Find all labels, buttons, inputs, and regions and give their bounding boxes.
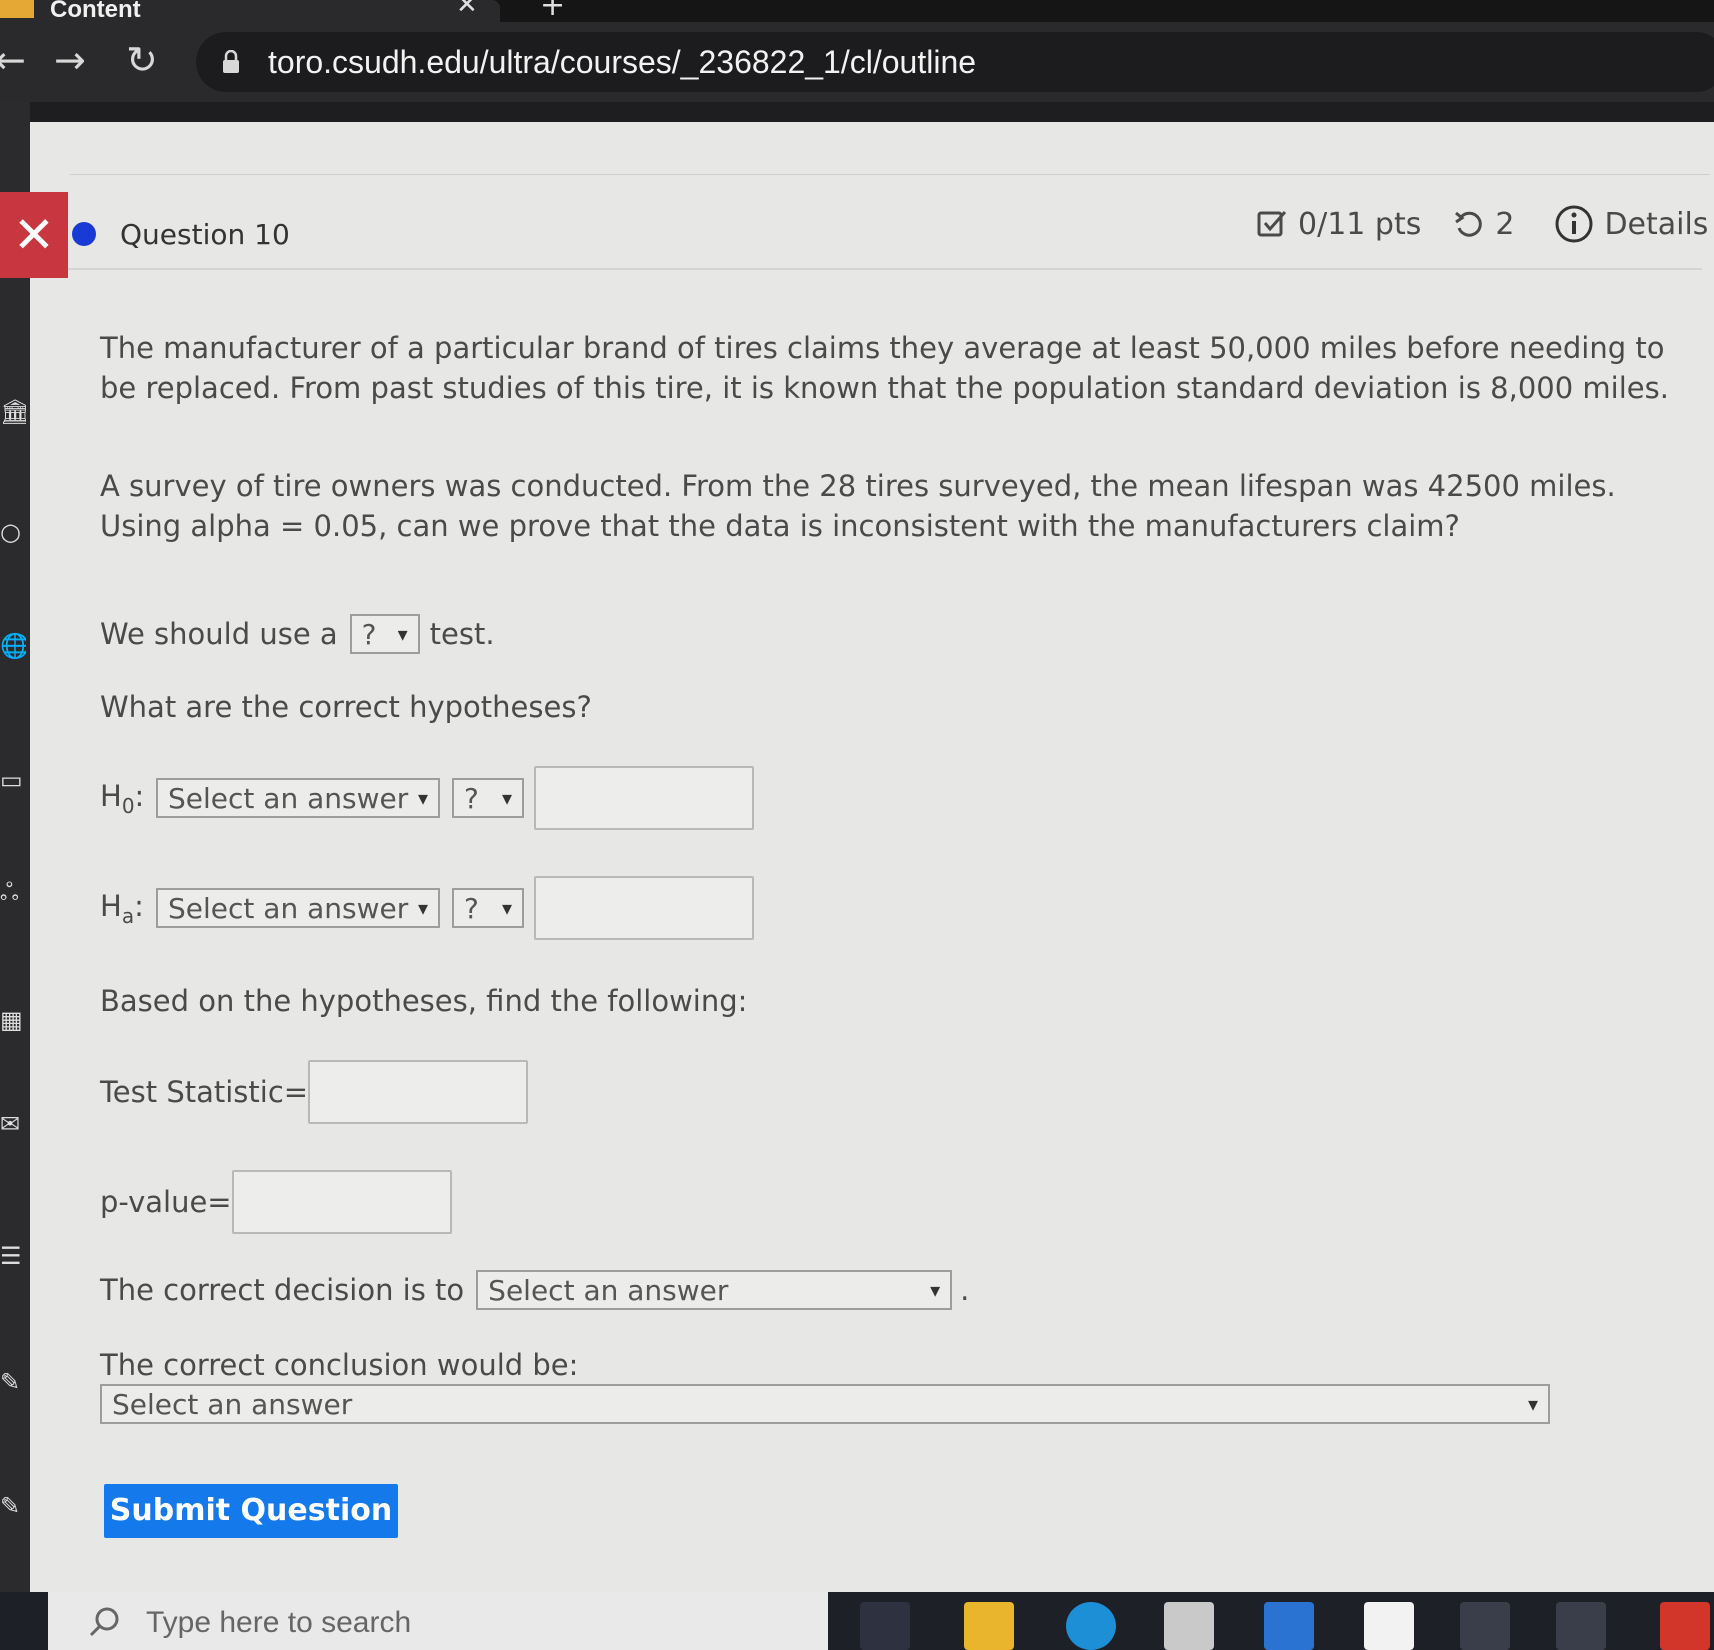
h0-operator-value: ? (464, 781, 479, 815)
new-tab-icon[interactable]: + (540, 0, 565, 23)
p-value-input[interactable] (231, 1170, 452, 1234)
chevron-down-icon: ▾ (417, 786, 428, 810)
chevron-down-icon: ▾ (930, 1278, 941, 1302)
courses-icon[interactable]: ▭ (0, 766, 26, 796)
attempts-count: 2 (1495, 206, 1515, 242)
profile-icon[interactable]: ○ (0, 518, 26, 548)
amazon-icon[interactable] (1364, 1602, 1414, 1650)
file-explorer-icon[interactable] (964, 1602, 1014, 1650)
conclusion-value: Select an answer (112, 1387, 353, 1421)
h0-value-input[interactable] (534, 766, 754, 830)
points-label: 0/11 pts (1298, 206, 1422, 242)
edge-icon[interactable] (1066, 1602, 1116, 1650)
h0-row: H0: Select an answer ▾ ? ▾ (100, 766, 754, 830)
organizations-icon[interactable]: ஃ (0, 878, 26, 908)
chevron-down-icon: ▾ (397, 622, 408, 646)
question-paragraph-1: The manufacturer of a particular brand o… (100, 331, 1669, 405)
ha-parameter-value: Select an answer (168, 891, 409, 925)
decision-label: The correct decision is to (100, 1273, 465, 1307)
question-title: Question 10 (120, 218, 290, 251)
mail-icon[interactable] (1264, 1602, 1314, 1650)
browser-toolbar: ← → ↻ toro.csudh.edu/ultra/courses/_2368… (0, 22, 1714, 102)
test-statistic-row: Test Statistic= (100, 1060, 529, 1124)
calendar-icon[interactable]: ▦ (0, 1006, 26, 1036)
messages-icon[interactable]: ✉ (0, 1110, 26, 1140)
address-bar[interactable]: toro.csudh.edu/ultra/courses/_236822_1/c… (196, 32, 1714, 92)
test-statistic-input[interactable] (308, 1060, 529, 1124)
header-divider (68, 268, 1702, 270)
reload-icon[interactable]: ↻ (126, 40, 158, 80)
test-prefix: We should use a (100, 617, 338, 651)
ha-operator-value: ? (464, 891, 479, 925)
test-suffix: test. (429, 617, 495, 651)
h0-label: H0: (100, 778, 145, 818)
h0-operator-select[interactable]: ? ▾ (452, 778, 524, 818)
question-paragraph-2: A survey of tire owners was conducted. F… (100, 469, 1616, 543)
decision-value: Select an answer (488, 1273, 729, 1307)
decision-select[interactable]: Select an answer ▾ (476, 1270, 953, 1310)
app-icon[interactable] (1556, 1602, 1606, 1650)
test-type-select[interactable]: ? ▾ (349, 614, 420, 654)
conclusion-select[interactable]: Select an answer ▾ (100, 1384, 1550, 1424)
tab-title: Content (50, 0, 141, 23)
tools-icon[interactable]: ✎ (0, 1368, 26, 1398)
ha-row: Ha: Select an answer ▾ ? ▾ (100, 876, 754, 940)
app-sidebar: 🏛 ○ 🌐 ▭ ஃ ▦ ✉ ☰ ✎ ✎ (0, 102, 30, 1592)
search-placeholder: Type here to search (146, 1606, 412, 1639)
search-icon (89, 1607, 119, 1637)
office-icon[interactable] (1660, 1602, 1710, 1650)
chevron-down-icon: ▾ (417, 896, 428, 920)
p-value-row: p-value= (100, 1170, 452, 1234)
edit-icon[interactable]: ✎ (0, 1492, 26, 1522)
ha-label: Ha: (100, 888, 144, 928)
url-text: toro.csudh.edu/ultra/courses/_236822_1/c… (268, 44, 977, 80)
p-value-label: p-value= (100, 1185, 232, 1219)
forward-icon[interactable]: → (54, 40, 86, 80)
taskbar-search[interactable]: Type here to search (48, 1592, 828, 1650)
tab-favicon-icon (0, 0, 34, 18)
submit-question-button[interactable]: Submit Question (104, 1484, 398, 1538)
task-view-icon[interactable] (860, 1602, 910, 1650)
question-status-dot (72, 222, 96, 246)
decision-period: . (960, 1273, 970, 1307)
close-icon[interactable]: ✕ (0, 192, 68, 278)
test-type-value: ? (361, 617, 377, 651)
conclusion-label: The correct conclusion would be: (100, 1348, 579, 1382)
ha-value-input[interactable] (534, 876, 754, 940)
conclusion-row: Select an answer ▾ (100, 1384, 1550, 1424)
test-type-line: We should use a ? ▾ test. (100, 614, 495, 654)
checkbox-icon (1257, 211, 1287, 237)
h0-parameter-value: Select an answer (168, 781, 409, 815)
h0-parameter-select[interactable]: Select an answer ▾ (156, 778, 440, 818)
test-statistic-label: Test Statistic= (100, 1075, 309, 1109)
institution-icon[interactable]: 🏛 (0, 398, 26, 428)
hypotheses-prompt: What are the correct hypotheses? (100, 690, 592, 724)
dropbox-icon[interactable] (1460, 1602, 1510, 1650)
back-icon[interactable]: ← (0, 40, 26, 80)
ha-operator-select[interactable]: ? ▾ (452, 888, 524, 928)
question-meta: 0/11 pts 2 Details (1256, 204, 1708, 244)
chevron-down-icon: ▾ (1527, 1392, 1538, 1416)
divider (70, 174, 1710, 175)
store-icon[interactable] (1164, 1602, 1214, 1650)
info-icon[interactable] (1554, 204, 1594, 244)
browser-tab[interactable]: Content ✕ (0, 0, 500, 23)
ha-parameter-select[interactable]: Select an answer ▾ (156, 888, 440, 928)
tab-strip: Content ✕ + (0, 0, 1714, 23)
chevron-down-icon: ▾ (501, 786, 512, 810)
taskbar: Type here to search (0, 1592, 1714, 1650)
retry-icon (1455, 211, 1483, 237)
find-prompt: Based on the hypotheses, find the follow… (100, 984, 748, 1018)
globe-icon[interactable]: 🌐 (0, 632, 26, 662)
details-link[interactable]: Details (1604, 207, 1708, 242)
tab-close-icon[interactable]: ✕ (456, 0, 478, 20)
lock-icon (223, 50, 239, 73)
decision-row: The correct decision is to Select an ans… (100, 1270, 969, 1310)
grades-icon[interactable]: ☰ (0, 1242, 26, 1272)
chevron-down-icon: ▾ (501, 896, 512, 920)
